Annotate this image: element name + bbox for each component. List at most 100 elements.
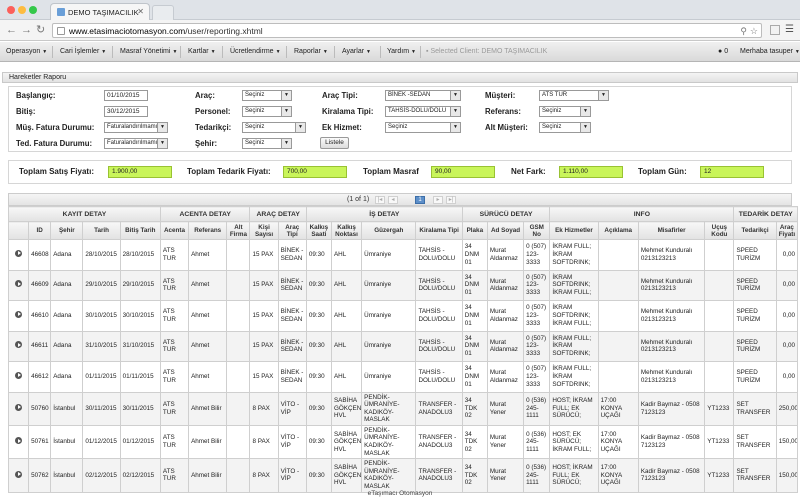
table-row[interactable]: 46611 Adana 31/10/2015 31/10/2015 ATS TUR Ahm… [7, 330, 799, 362]
menu-yardim[interactable]: Yardım ▼ [387, 48, 416, 55]
column-header[interactable]: Güzergah [361, 221, 417, 240]
bitis-date-input[interactable]: 30/12/2015 [104, 106, 148, 117]
table-row[interactable]: 50760 İstanbul 30/11/2015 30/11/2015 ATS TUR… [7, 391, 799, 426]
row-expander[interactable] [7, 239, 30, 271]
kiralama-tipi-select[interactable]: TAHSİS-DOLU/DOLU ▼ [385, 106, 461, 117]
personel-select[interactable]: Seçiniz ▼ [242, 106, 292, 117]
url-input[interactable]: www.etasimaciotomasyon.com/user/reportin… [52, 23, 762, 38]
baslangic-date-input[interactable]: 01/10/2015 [104, 90, 148, 101]
sehir-select[interactable]: Seçiniz ▼ [242, 138, 292, 149]
menu-raporlar[interactable]: Raporlar ▼ [294, 48, 328, 55]
column-header[interactable]: Acenta [159, 221, 190, 240]
listele-button[interactable]: Listele [320, 137, 349, 149]
next-page-button[interactable]: ▸ [433, 196, 443, 204]
expand-row-icon[interactable] [15, 310, 23, 318]
prev-page-button[interactable]: ◂ [388, 196, 398, 204]
column-header[interactable]: Ad Soyad [486, 221, 525, 240]
row-expander[interactable] [7, 330, 30, 362]
column-header[interactable]: Tarih [82, 221, 121, 240]
expand-row-icon[interactable] [15, 249, 23, 257]
table-cell: 01/11/2015 [82, 361, 121, 393]
row-expander[interactable] [7, 424, 30, 460]
table-cell: 02/12/2015 [82, 458, 121, 493]
close-tab-icon[interactable]: ✕ [137, 7, 144, 16]
column-header[interactable]: Ek Hizmetler [549, 221, 599, 240]
page-1-button[interactable]: 1 [415, 196, 425, 204]
column-header[interactable]: Şehir [50, 221, 84, 240]
forward-icon[interactable]: → [21, 24, 32, 36]
menu-ayarlar[interactable]: Ayarlar ▼ [342, 48, 371, 55]
search-icon[interactable]: ⚲ [740, 26, 747, 37]
expand-row-icon[interactable] [15, 341, 23, 349]
notification-badge[interactable]: ● 0 [718, 48, 728, 55]
table-row[interactable]: 46609 Adana 29/10/2015 29/10/2015 ATS TUR Ahm… [7, 269, 799, 301]
menu-masraf-yonetimi[interactable]: Masraf Yönetimi ▼ [120, 48, 177, 55]
table-cell: Kadir Baymaz - 0508 7123123 [637, 391, 706, 426]
maximize-window-icon[interactable] [29, 6, 37, 14]
column-header[interactable]: Araç Tipi [277, 221, 307, 240]
column-header[interactable]: ID [28, 221, 52, 240]
column-header[interactable]: Kişi Sayısı [249, 221, 279, 240]
column-header[interactable]: Bitiş Tarih [119, 221, 161, 240]
column-header[interactable] [7, 221, 30, 240]
column-header[interactable]: Plaka [461, 221, 488, 240]
table-row[interactable]: 46608 Adana 28/10/2015 28/10/2015 ATS TUR Ahm… [7, 239, 799, 271]
table-cell: AHL [330, 239, 363, 271]
menu-cari-islemler[interactable]: Cari İşlemler ▼ [60, 48, 106, 55]
menu-operasyon[interactable]: Operasyon ▼ [6, 48, 47, 55]
expand-row-icon[interactable] [15, 280, 23, 288]
row-expander[interactable] [7, 269, 30, 301]
browser-menu-icon[interactable]: ☰ [785, 24, 794, 35]
column-header[interactable]: Araç Fiyatı [775, 221, 799, 240]
new-tab-button[interactable] [152, 5, 174, 20]
extension-icon[interactable] [770, 25, 780, 35]
bookmark-star-icon[interactable]: ☆ [750, 26, 758, 37]
menu-kartlar[interactable]: Kartlar ▼ [188, 48, 216, 55]
ek-hizmet-select[interactable]: Seçiniz ▼ [385, 122, 461, 133]
table-cell [597, 300, 639, 332]
tedarikci-select[interactable]: Seçiniz ▼ [242, 122, 306, 133]
back-icon[interactable]: ← [6, 24, 17, 36]
column-header[interactable]: Kalkış Noktası [330, 221, 363, 240]
column-header[interactable]: Kiralama Tipi [415, 221, 463, 240]
close-window-icon[interactable] [7, 6, 15, 14]
menu-ucretlendirme[interactable]: Ücretlendirme ▼ [230, 48, 281, 55]
table-row[interactable]: 46610 Adana 30/10/2015 30/10/2015 ATS TUR Ahm… [7, 300, 799, 332]
column-header[interactable]: Alt Firma [226, 221, 251, 240]
expand-row-icon[interactable] [15, 470, 23, 478]
table-cell: TAHSİS - DOLU/DOLU [415, 361, 463, 393]
column-header[interactable]: Uçuş Kodu [704, 221, 735, 240]
chevron-down-icon: ▼ [580, 107, 590, 116]
column-header[interactable]: Misafirler [637, 221, 706, 240]
column-header[interactable]: Tedarikçi [733, 221, 777, 240]
mus-fatura-select[interactable]: Faturalandırılmamış ▼ [104, 122, 168, 133]
musteri-select[interactable]: ATS TUR ▼ [539, 90, 609, 101]
panel-title: Hareketler Raporu [9, 74, 67, 81]
expand-row-icon[interactable] [15, 403, 23, 411]
column-header[interactable]: GSM No [523, 221, 551, 240]
column-header[interactable]: Kalkış Saati [305, 221, 332, 240]
last-page-button[interactable]: ▸| [446, 196, 456, 204]
table-cell: İKRAM SOFTDRINK; İKRAM FULL; [549, 269, 599, 301]
column-header[interactable]: Referans [188, 221, 228, 240]
row-expander[interactable] [7, 391, 30, 426]
expand-row-icon[interactable] [15, 437, 23, 445]
referans-select[interactable]: Seçiniz ▼ [539, 106, 591, 117]
row-expander[interactable] [7, 458, 30, 493]
first-page-button[interactable]: |◂ [375, 196, 385, 204]
expand-row-icon[interactable] [15, 371, 23, 379]
reload-icon[interactable]: ↻ [36, 24, 45, 36]
column-header[interactable]: Açıklama [597, 221, 639, 240]
row-expander[interactable] [7, 300, 30, 332]
table-row[interactable]: 50761 İstanbul 01/12/2015 01/12/2015 ATS TUR… [7, 424, 799, 460]
browser-tab[interactable]: DEMO TAŞIMACILIK ✕ [50, 3, 150, 20]
table-row[interactable]: 46612 Adana 01/11/2015 01/11/2015 ATS TUR Ahm… [7, 361, 799, 393]
table-row[interactable]: 50762 İstanbul 02/12/2015 02/12/2015 ATS TUR… [7, 458, 799, 493]
alt-musteri-select[interactable]: Seçiniz ▼ [539, 122, 591, 133]
minimize-window-icon[interactable] [18, 6, 26, 14]
arac-select[interactable]: Seçiniz ▼ [242, 90, 292, 101]
user-menu[interactable]: Merhaba tasuper ▼ [740, 48, 800, 55]
ted-fatura-select[interactable]: Faturalandırılmamış ▼ [104, 138, 168, 149]
row-expander[interactable] [7, 361, 30, 393]
arac-tipi-select[interactable]: BİNEK -SEDAN ▼ [385, 90, 461, 101]
